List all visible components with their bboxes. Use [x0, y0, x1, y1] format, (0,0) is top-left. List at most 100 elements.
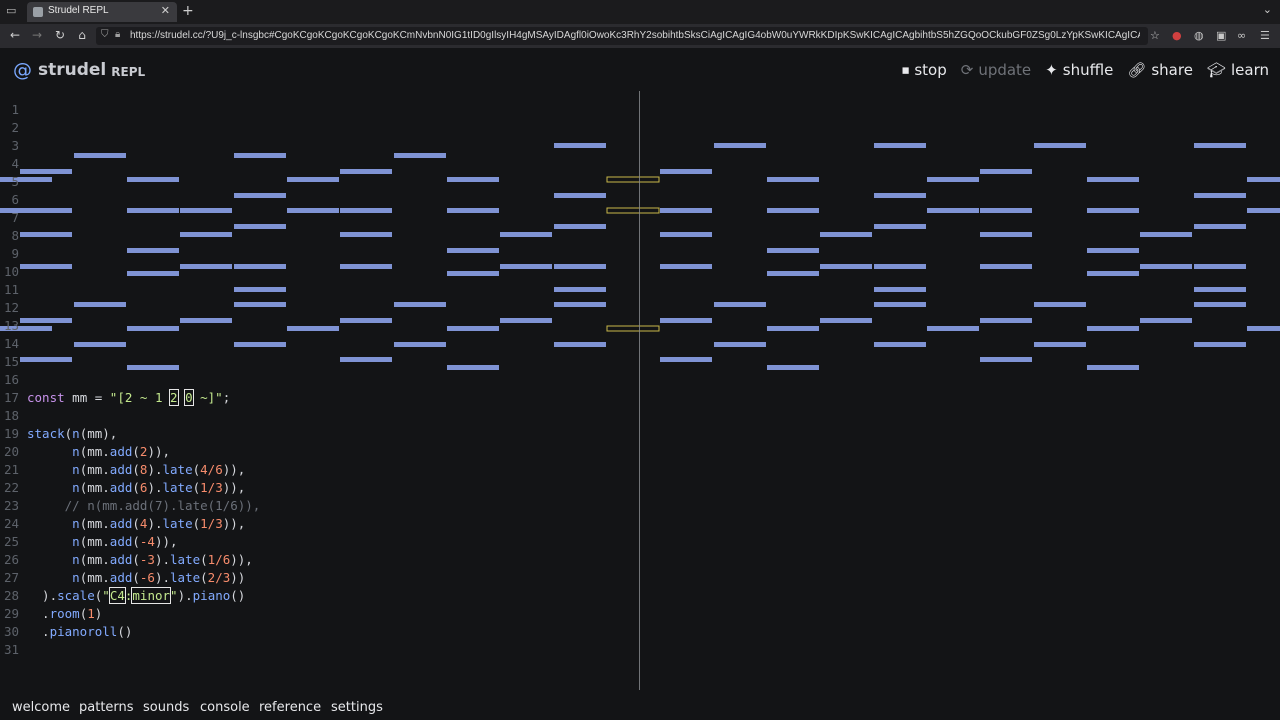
- sparkles-icon: ✦: [1045, 61, 1058, 79]
- code-text: ).scale("C4:minor").piano(): [27, 587, 246, 604]
- chevron-down-icon[interactable]: ⌄: [1263, 3, 1272, 16]
- line-number: 11: [3, 282, 19, 297]
- note-bar: [1194, 302, 1246, 307]
- code-line: 18: [0, 407, 640, 425]
- code-line: 9: [0, 245, 640, 263]
- code-text: n(mm.add(-3).late(1/6)),: [72, 552, 253, 567]
- shield-icon: ⛉: [101, 29, 109, 40]
- note-bar: [1194, 143, 1246, 148]
- line-number: 9: [11, 246, 19, 261]
- note-bar: [660, 357, 712, 362]
- note-bar: [820, 318, 872, 323]
- home-icon[interactable]: ⌂: [74, 28, 90, 42]
- note-bar: [767, 248, 819, 253]
- code-line: 13: [0, 317, 640, 335]
- tab-settings[interactable]: settings: [331, 700, 383, 715]
- url-text[interactable]: https://strudel.cc/?U9j_c-lnsgbc#CgoKCgo…: [130, 30, 1140, 41]
- extension-icon[interactable]: ∞: [1237, 29, 1246, 42]
- menu-icon[interactable]: ☰: [1260, 29, 1270, 42]
- tab-patterns[interactable]: patterns: [79, 700, 134, 715]
- learn-button[interactable]: 🎓︎ learn: [1207, 59, 1269, 81]
- line-number: 28: [3, 588, 19, 603]
- code-text: stack(n(mm),: [27, 426, 118, 441]
- extension-icon[interactable]: ◍: [1194, 29, 1204, 42]
- note-bar: [660, 264, 712, 269]
- code-line: 23 // n(mm.add(7).late(1/6)),: [0, 497, 640, 515]
- playhead: [639, 91, 640, 690]
- line-number: 15: [3, 354, 19, 369]
- note-bar: [927, 208, 979, 213]
- url-bar[interactable]: ⛉ 🔒︎ https://strudel.cc/?U9j_c-lnsgbc#Cg…: [96, 27, 1148, 45]
- share-button[interactable]: 🔗︎ share: [1127, 59, 1193, 81]
- note-bar: [980, 208, 1032, 213]
- note-bar: [1140, 264, 1192, 269]
- tab-title: Strudel REPL: [48, 5, 109, 16]
- browser-tab[interactable]: Strudel REPL ✕: [27, 2, 177, 22]
- new-tab-icon[interactable]: +: [182, 3, 194, 19]
- code-line: 6: [0, 191, 640, 209]
- note-bar: [1087, 208, 1139, 213]
- note-bar: [660, 318, 712, 323]
- line-number: 14: [3, 336, 19, 351]
- forward-icon[interactable]: →: [29, 28, 45, 42]
- reload-icon[interactable]: ↻: [52, 28, 68, 42]
- shuffle-button[interactable]: ✦ shuffle: [1045, 59, 1113, 81]
- note-bar: [874, 287, 926, 292]
- note-bar: [1087, 365, 1139, 370]
- code-text: n(mm.add(4).late(1/3)),: [72, 516, 246, 531]
- code-editor[interactable]: 1 2 3 4 5 6 7 8 9 10 11 12 13 14 15 16 1…: [0, 91, 1280, 696]
- code-line: 30 .pianoroll(): [0, 623, 640, 641]
- line-number: 26: [3, 552, 19, 567]
- line-number: 16: [3, 372, 19, 387]
- line-number: 17: [3, 390, 19, 405]
- code-text: n(mm.add(6).late(1/3)),: [72, 480, 246, 495]
- stop-button[interactable]: ⏹ stop: [902, 59, 947, 81]
- note-bar: [767, 365, 819, 370]
- note-bar: [1194, 193, 1246, 198]
- tab-reference[interactable]: reference: [259, 700, 321, 715]
- line-number: 1: [11, 102, 19, 117]
- code-lines[interactable]: 1 2 3 4 5 6 7 8 9 10 11 12 13 14 15 16 1…: [0, 101, 640, 659]
- code-text: // n(mm.add(7).late(1/6)),: [64, 498, 261, 513]
- code-line: 12: [0, 299, 640, 317]
- close-tab-icon[interactable]: ✕: [161, 4, 170, 17]
- line-number: 7: [11, 210, 19, 225]
- line-number: 5: [11, 174, 19, 189]
- note-bar: [767, 326, 819, 331]
- code-line: 19 stack(n(mm),: [0, 425, 640, 443]
- note-bar: [1194, 342, 1246, 347]
- adblock-icon[interactable]: ●: [1172, 29, 1182, 42]
- note-bar: [1087, 326, 1139, 331]
- line-number: 6: [11, 192, 19, 207]
- code-line: 29 .room(1): [0, 605, 640, 623]
- refresh-icon: ⟳: [960, 61, 974, 79]
- note-bar: [767, 177, 819, 182]
- note-bar: [1194, 224, 1246, 229]
- note-bar: [1087, 177, 1139, 182]
- note-bar: [1087, 271, 1139, 276]
- code-line: 26 n(mm.add(-3).late(1/6)),: [0, 551, 640, 569]
- stop-label: stop: [914, 61, 947, 79]
- tab-welcome[interactable]: welcome: [12, 700, 70, 715]
- spiral-logo-icon: @: [13, 59, 32, 81]
- extension-icon[interactable]: ▣: [1216, 29, 1226, 42]
- code-line: 21 n(mm.add(8).late(4/6)),: [0, 461, 640, 479]
- tab-list-icon[interactable]: ▭: [6, 5, 18, 17]
- strudel-app: @ strudel REPL ⏹ stop ⟳ update ✦ shuffle…: [0, 48, 1280, 720]
- back-icon[interactable]: ←: [7, 28, 23, 42]
- bookmark-star-icon[interactable]: ☆: [1150, 29, 1160, 42]
- code-line: 22 n(mm.add(6).late(1/3)),: [0, 479, 640, 497]
- code-line: 27 n(mm.add(-6).late(2/3)): [0, 569, 640, 587]
- tab-console[interactable]: console: [200, 700, 250, 715]
- code-line: 3: [0, 137, 640, 155]
- code-line: 17 const mm = "[2 ~ 1 2 0 ~]";: [0, 389, 640, 407]
- update-button[interactable]: ⟳ update: [961, 59, 1031, 81]
- note-bar: [714, 143, 766, 148]
- code-text: n(mm.add(-6).late(2/3)): [72, 570, 246, 585]
- code-line: 4: [0, 155, 640, 173]
- note-bar: [980, 318, 1032, 323]
- line-number: 22: [3, 480, 19, 495]
- line-number: 29: [3, 606, 19, 621]
- tab-sounds[interactable]: sounds: [143, 700, 189, 715]
- line-number: 8: [11, 228, 19, 243]
